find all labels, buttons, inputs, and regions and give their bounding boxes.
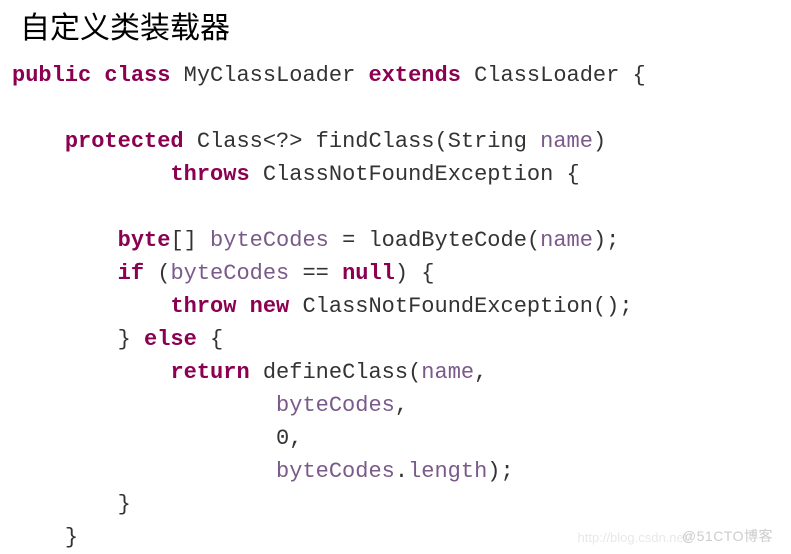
argument: name [421,360,474,385]
code-block: public class MyClassLoader extends Class… [0,59,791,554]
equals: == [289,261,342,286]
method-call: defineClass( [250,360,422,385]
argument: byteCodes [276,459,395,484]
array-bracket: [] [170,228,210,253]
keyword-new: new [250,294,290,319]
param-type: String [448,129,527,154]
paren: ( [144,261,170,286]
class-name: MyClassLoader [184,63,356,88]
paren: ); [487,459,513,484]
brace: { [619,63,645,88]
brace: } [118,327,144,352]
keyword-extends: extends [368,63,460,88]
field: length [408,459,487,484]
paren: ( [527,228,540,253]
argument: name [540,228,593,253]
paren: ( [435,129,448,154]
keyword-protected: protected [65,129,184,154]
argument: 0, [276,426,302,451]
method-call: loadByteCode [368,228,526,253]
exception-type: ClassNotFoundException [263,162,553,187]
keyword-throw: throw [170,294,236,319]
equals: = [329,228,369,253]
keyword-if: if [118,261,144,286]
variable: byteCodes [210,228,329,253]
page-title: 自定义类装载器 [0,0,791,59]
watermark-url: http://blog.csdn.net/ [578,528,691,548]
parent-class: ClassLoader [474,63,619,88]
keyword-return: return [170,360,249,385]
return-type: Class<?> [197,129,303,154]
paren: ) [593,129,606,154]
param-name: name [540,129,593,154]
paren-brace: ) { [395,261,435,286]
brace: { [553,162,579,187]
exception-new: ClassNotFoundException(); [289,294,632,319]
keyword-class: class [104,63,170,88]
comma: , [474,360,487,385]
paren: ); [593,228,619,253]
keyword-public: public [12,63,91,88]
dot: . [395,459,408,484]
brace: { [197,327,223,352]
keyword-byte: byte [118,228,171,253]
variable: byteCodes [170,261,289,286]
argument: byteCodes [276,393,395,418]
keyword-else: else [144,327,197,352]
brace: } [65,525,78,550]
keyword-null: null [342,261,395,286]
keyword-throws: throws [170,162,249,187]
method-name: findClass [316,129,435,154]
comma: , [395,393,408,418]
watermark: @51CTO博客 [682,526,773,547]
brace: } [118,492,131,517]
